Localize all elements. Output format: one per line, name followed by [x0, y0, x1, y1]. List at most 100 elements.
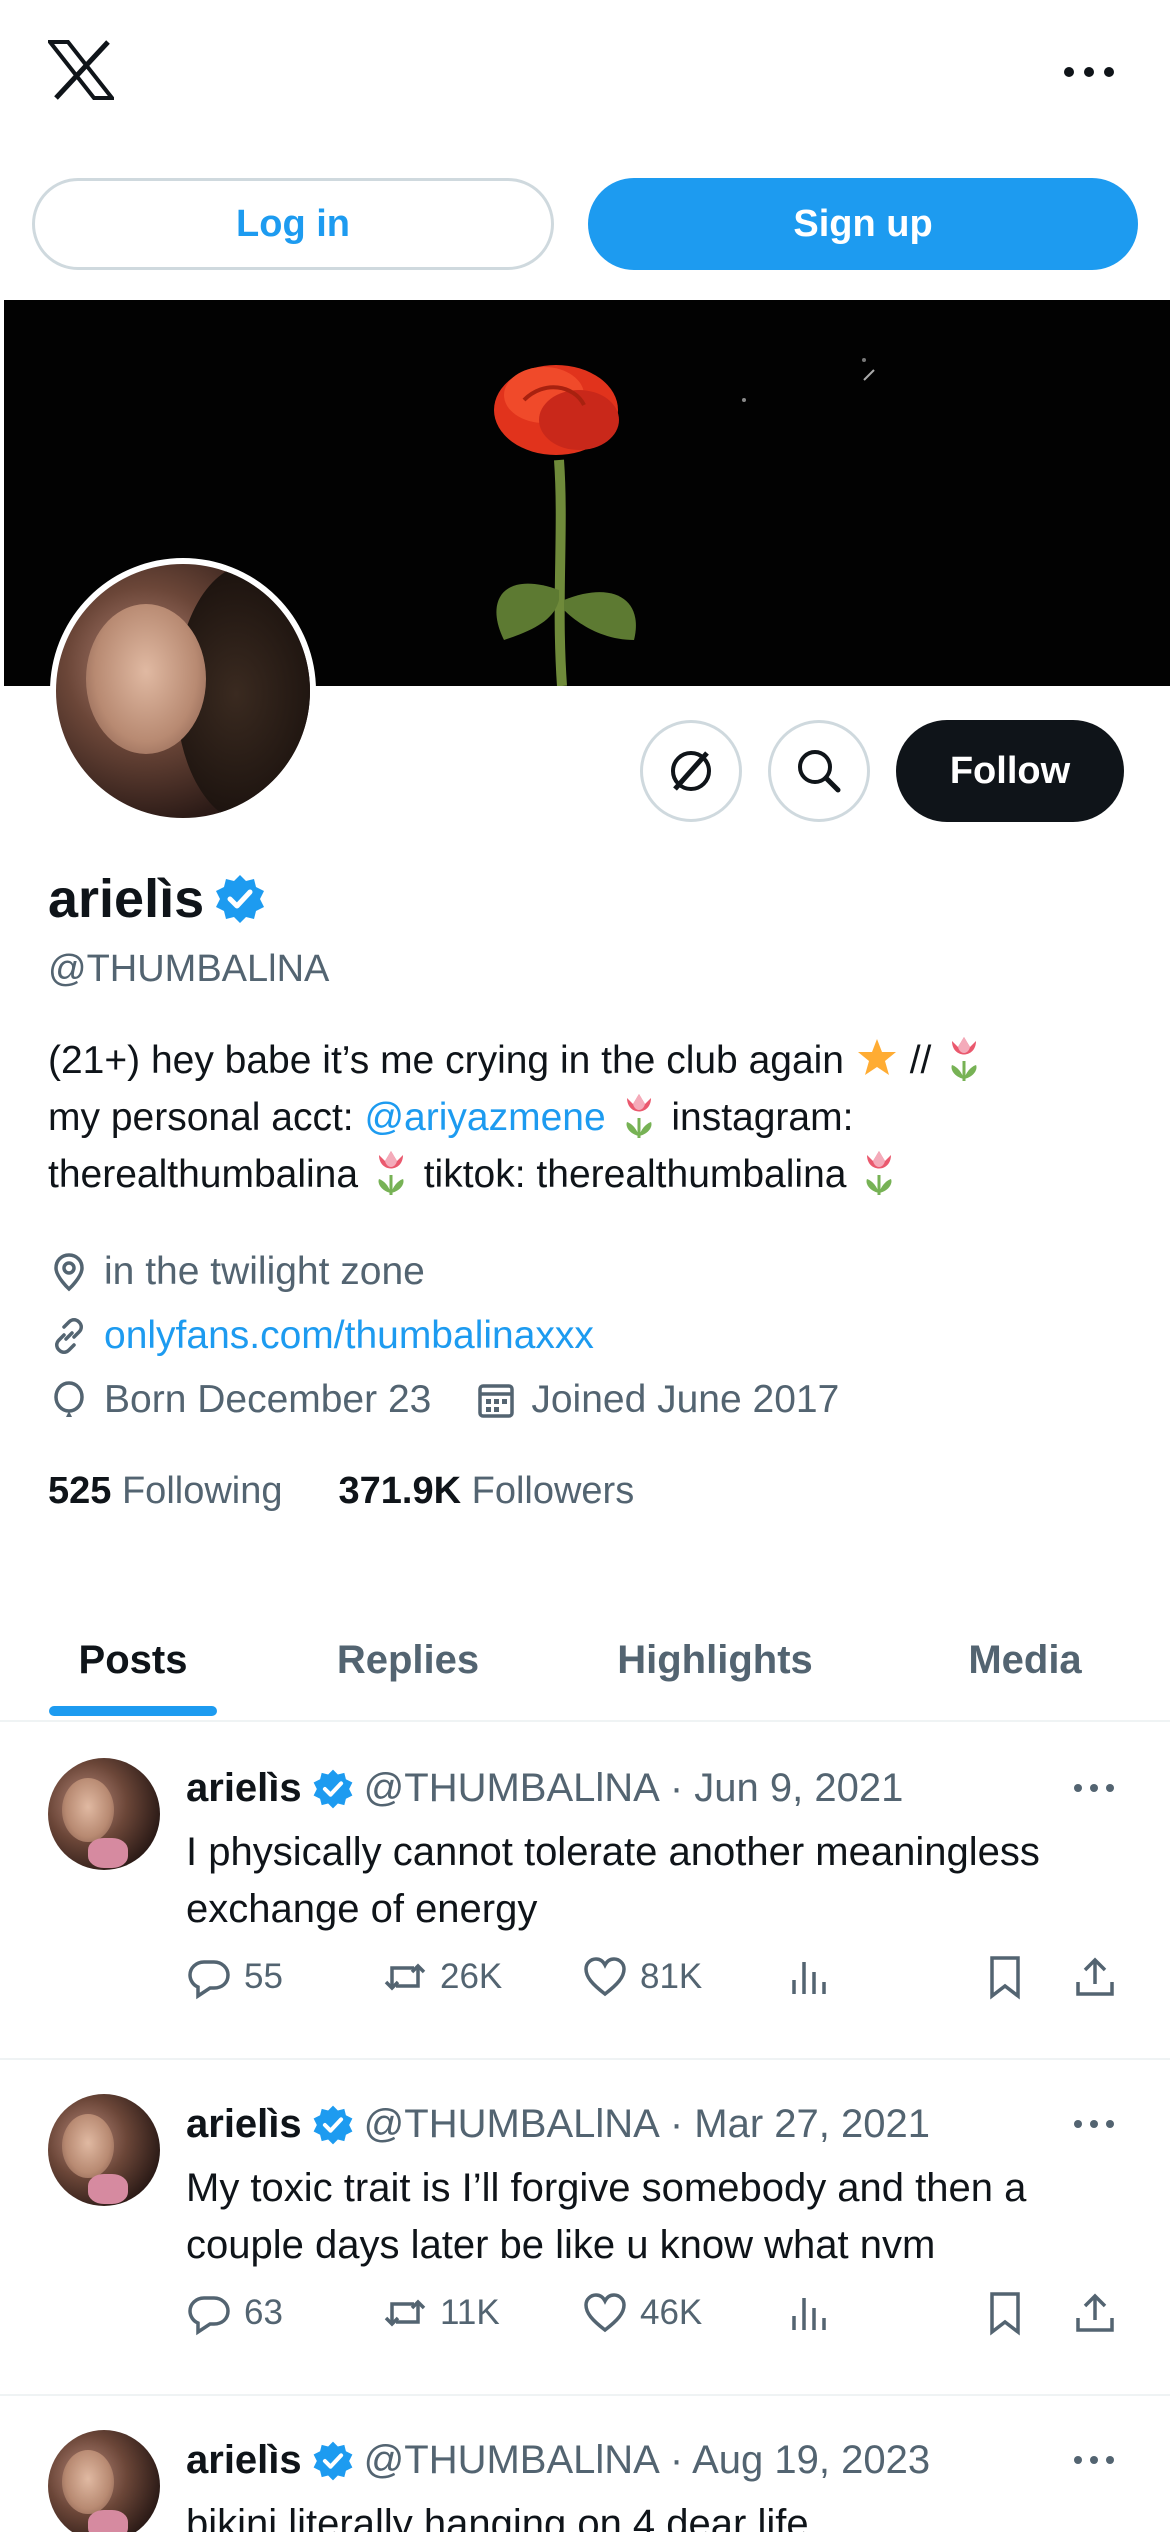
like-count: 46K — [640, 2293, 703, 2332]
reply-button[interactable]: 63 — [186, 2290, 283, 2336]
post-item[interactable]: arielìs @THUMBALlNA · Aug 19, 2023 bikin… — [0, 2396, 1170, 2532]
login-button[interactable]: Log in — [32, 178, 554, 270]
like-button[interactable]: 81K — [582, 1954, 702, 2000]
followers-label: Followers — [471, 1470, 635, 1512]
tulip-icon — [866, 1151, 892, 1195]
profile-name-row: arielìs — [48, 868, 266, 930]
post-more-icon[interactable] — [1074, 1784, 1114, 1794]
follow-counts: 525 Following 371.9K Followers — [48, 1470, 634, 1513]
views-icon — [792, 2298, 826, 2330]
post-avatar[interactable] — [48, 1758, 160, 1870]
share-button[interactable] — [1072, 1954, 1118, 2000]
followers-link[interactable]: 371.9K Followers — [339, 1470, 635, 1513]
post-author-name[interactable]: arielìs — [186, 2102, 302, 2147]
balloon-icon — [54, 1381, 84, 1417]
bio-text: instagram: — [660, 1096, 854, 1139]
reply-count: 55 — [244, 1957, 283, 1996]
post-more-icon[interactable] — [1074, 2456, 1114, 2466]
post-text: bikini literally hanging on 4 dear life — [186, 2496, 1126, 2532]
follow-button[interactable]: Follow — [896, 720, 1124, 822]
verified-badge-icon — [313, 2105, 353, 2144]
profile-actions: Follow — [640, 720, 1124, 822]
following-count: 525 — [48, 1470, 112, 1512]
profile-tabs: Posts Replies Highlights Media — [0, 1600, 1170, 1722]
tulip-icon — [626, 1094, 651, 1138]
profile-avatar[interactable] — [50, 558, 316, 824]
website-link[interactable]: onlyfans.com/thumbalinaxxx — [104, 1314, 594, 1358]
reply-count: 63 — [244, 2293, 283, 2332]
post-item[interactable]: arielìs @THUMBALlNA · Mar 27, 2021 My to… — [0, 2060, 1170, 2396]
top-bar — [0, 0, 1170, 150]
profile-bio: (21+) hey babe it’s me crying in the clu… — [48, 1032, 1128, 1203]
star-icon — [857, 1039, 896, 1075]
bio-text: (21+) hey babe it’s me crying in the clu… — [48, 1039, 844, 1082]
tab-replies[interactable]: Replies — [266, 1600, 550, 1720]
post-text-line: I physically cannot tolerate another mea… — [186, 1830, 1040, 1874]
post-avatar[interactable] — [48, 2430, 160, 2532]
reply-button[interactable]: 55 — [186, 1954, 283, 2000]
post-text-line: exchange of energy — [186, 1887, 538, 1931]
post-author-handle: @THUMBALlNA — [363, 2102, 660, 2146]
bio-text: therealthumbalina — [48, 1153, 359, 1196]
bookmark-icon — [990, 1956, 1020, 2000]
active-tab-indicator — [49, 1706, 217, 1716]
tab-label: Posts — [78, 1637, 188, 1682]
share-icon — [1076, 1957, 1114, 1996]
like-button[interactable]: 46K — [582, 2290, 702, 2336]
post-date[interactable]: · Jun 9, 2021 — [670, 1766, 904, 1811]
x-logo-icon[interactable] — [48, 40, 114, 100]
auth-buttons: Log in Sign up — [32, 178, 1138, 270]
repost-count: 26K — [440, 1957, 503, 1996]
verified-badge-icon[interactable] — [214, 873, 266, 925]
mention-link[interactable]: @ariyazmene — [364, 1096, 605, 1139]
search-button[interactable] — [768, 720, 870, 822]
post-author-handle: @THUMBALlNA — [363, 1766, 660, 1810]
post-author-name[interactable]: arielìs — [186, 1766, 302, 1811]
share-icon — [1076, 2293, 1114, 2332]
tab-label: Replies — [336, 1637, 480, 1682]
tab-label: Highlights — [617, 1637, 813, 1682]
bookmark-button[interactable] — [982, 2290, 1028, 2336]
post-author-name[interactable]: arielìs — [186, 2438, 302, 2483]
post-text-line: bikini literally hanging on 4 dear life — [186, 2502, 809, 2532]
verified-badge-icon — [313, 1769, 353, 1808]
post-item[interactable]: arielìs @THUMBALlNA · Jun 9, 2021 I phys… — [0, 1724, 1170, 2060]
grok-icon — [671, 751, 711, 791]
verified-badge-icon — [313, 2441, 353, 2480]
post-date[interactable]: · Aug 19, 2023 — [670, 2438, 930, 2483]
post-header: arielìs @THUMBALlNA · Aug 19, 2023 — [186, 2438, 930, 2483]
repost-count: 11K — [440, 2293, 500, 2332]
tab-highlights[interactable]: Highlights — [550, 1600, 880, 1720]
views-icon — [792, 1962, 826, 1994]
post-header: arielìs @THUMBALlNA · Mar 27, 2021 — [186, 2102, 930, 2147]
tab-posts[interactable]: Posts — [0, 1600, 266, 1720]
heart-icon — [584, 1957, 626, 1997]
more-icon[interactable] — [1064, 52, 1114, 92]
location-text: in the twilight zone — [104, 1250, 425, 1293]
search-icon — [798, 750, 841, 793]
post-avatar[interactable] — [48, 2094, 160, 2206]
reply-icon — [188, 1960, 230, 2000]
repost-button[interactable]: 11K — [382, 2290, 500, 2336]
grok-button[interactable] — [640, 720, 742, 822]
post-date[interactable]: · Mar 27, 2021 — [670, 2102, 930, 2147]
location-icon — [54, 1253, 84, 1292]
following-label: Following — [121, 1470, 283, 1512]
tab-media[interactable]: Media — [880, 1600, 1170, 1720]
bookmark-button[interactable] — [982, 1954, 1028, 2000]
repost-button[interactable]: 26K — [382, 1954, 502, 2000]
share-button[interactable] — [1072, 2290, 1118, 2336]
post-text-line: couple days later be like u know what nv… — [186, 2223, 936, 2267]
bio-text: my personal acct: — [48, 1096, 365, 1139]
views-button[interactable] — [786, 2290, 832, 2336]
views-button[interactable] — [786, 1954, 832, 2000]
post-more-icon[interactable] — [1074, 2120, 1114, 2130]
post-text: I physically cannot tolerate another mea… — [186, 1824, 1126, 1938]
birthday-text: Born December 23 — [104, 1378, 432, 1421]
tab-label: Media — [968, 1637, 1082, 1682]
profile-name: arielìs — [48, 869, 205, 929]
following-link[interactable]: 525 Following — [48, 1470, 283, 1513]
reply-icon — [188, 2296, 230, 2336]
post-author-handle: @THUMBALlNA — [363, 2438, 660, 2482]
signup-button[interactable]: Sign up — [588, 178, 1138, 270]
